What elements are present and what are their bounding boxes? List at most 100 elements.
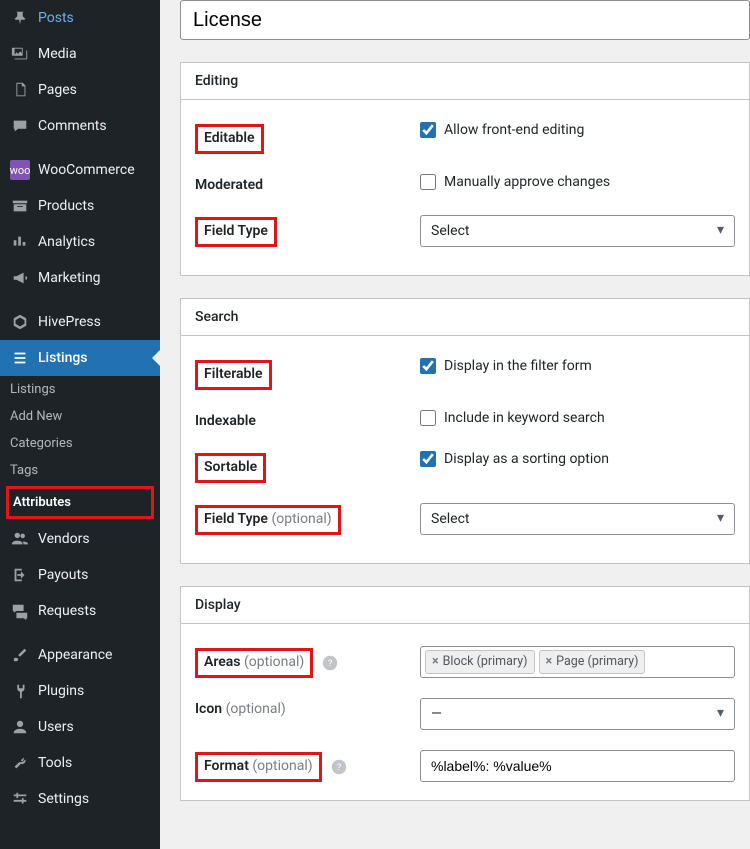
sidebar-label: Users — [38, 719, 74, 735]
indexable-label: Indexable — [195, 412, 256, 432]
sidebar-item-settings[interactable]: Settings — [0, 781, 160, 817]
chart-bar-icon — [10, 232, 30, 252]
svg-text:?: ? — [337, 762, 342, 773]
filterable-label: Filterable — [195, 360, 272, 390]
sidebar-label: Products — [38, 198, 94, 214]
page-icon — [10, 80, 30, 100]
help-icon[interactable]: ? — [331, 759, 347, 775]
hivepress-icon — [10, 312, 30, 332]
sidebar-item-posts[interactable]: Posts — [0, 0, 160, 36]
format-input-field[interactable] — [431, 758, 724, 774]
comments-icon — [10, 601, 30, 621]
filterable-checkbox[interactable] — [420, 358, 436, 374]
sidebar-label: Appearance — [38, 647, 112, 663]
editing-panel: Editing Editable Allow front-end editing… — [180, 62, 750, 276]
moderated-checkbox[interactable] — [420, 174, 436, 190]
sliders-icon — [10, 789, 30, 809]
sidebar-item-hivepress[interactable]: HivePress — [0, 304, 160, 340]
area-tag[interactable]: ×Block (primary) — [425, 650, 535, 674]
sub-attributes[interactable]: Attributes — [6, 486, 154, 519]
sub-addnew[interactable]: Add New — [0, 403, 160, 430]
sidebar-item-payouts[interactable]: Payouts — [0, 557, 160, 593]
plug-icon — [10, 681, 30, 701]
editable-label: Editable — [195, 124, 264, 154]
sidebar-label: Posts — [38, 10, 74, 26]
sidebar-item-marketing[interactable]: Marketing — [0, 260, 160, 296]
sidebar-item-media[interactable]: Media — [0, 36, 160, 72]
icon-select[interactable]: — — [420, 698, 735, 730]
sortable-checkbox[interactable] — [420, 451, 436, 467]
sidebar-item-plugins[interactable]: Plugins — [0, 673, 160, 709]
megaphone-icon — [10, 268, 30, 288]
sortable-check-label[interactable]: Display as a sorting option — [444, 451, 609, 467]
wrench-icon — [10, 753, 30, 773]
sidebar-label: Comments — [38, 118, 107, 134]
sidebar-label: Analytics — [38, 234, 95, 250]
brush-icon — [10, 645, 30, 665]
display-panel: Display Areas (optional) ? ×Block (prima… — [180, 586, 750, 801]
sidebar-label: HivePress — [38, 314, 101, 330]
admin-sidebar: Posts Media Pages Comments woo WooCommer… — [0, 0, 160, 849]
moderated-check-label[interactable]: Manually approve changes — [444, 174, 610, 190]
display-header: Display — [181, 587, 749, 624]
sidebar-label: Vendors — [38, 531, 90, 547]
search-fieldtype-select[interactable]: Select — [420, 503, 735, 535]
sidebar-item-woocommerce[interactable]: woo WooCommerce — [0, 152, 160, 188]
sidebar-item-analytics[interactable]: Analytics — [0, 224, 160, 260]
sidebar-label: Settings — [38, 791, 89, 807]
format-input[interactable] — [420, 750, 735, 782]
fieldtype-label: Field Type — [195, 217, 277, 247]
sidebar-label: Listings — [38, 350, 88, 366]
sidebar-item-comments[interactable]: Comments — [0, 108, 160, 144]
sidebar-item-pages[interactable]: Pages — [0, 72, 160, 108]
sub-listings[interactable]: Listings — [0, 376, 160, 403]
editable-checkbox[interactable] — [420, 122, 436, 138]
icon-label: Icon (optional) — [195, 700, 286, 720]
help-icon[interactable]: ? — [322, 655, 338, 671]
tag-remove-icon[interactable]: × — [546, 654, 553, 669]
search-fieldtype-label: Field Type (optional) — [195, 505, 341, 535]
sidebar-item-vendors[interactable]: Vendors — [0, 521, 160, 557]
sidebar-label: Plugins — [38, 683, 84, 699]
title-input[interactable] — [180, 0, 750, 40]
sortable-label: Sortable — [195, 453, 266, 483]
pin-icon — [10, 8, 30, 28]
sub-categories[interactable]: Categories — [0, 430, 160, 457]
indexable-checkbox[interactable] — [420, 410, 436, 426]
sidebar-item-tools[interactable]: Tools — [0, 745, 160, 781]
list-icon — [10, 348, 30, 368]
tag-remove-icon[interactable]: × — [432, 654, 439, 669]
user-icon — [10, 717, 30, 737]
sidebar-label: Marketing — [38, 270, 101, 286]
logout-icon — [10, 565, 30, 585]
sidebar-label: WooCommerce — [38, 162, 135, 178]
woocommerce-icon: woo — [10, 160, 30, 180]
archive-icon — [10, 196, 30, 216]
media-icon — [10, 44, 30, 64]
sub-tags[interactable]: Tags — [0, 457, 160, 484]
sidebar-label: Payouts — [38, 567, 88, 583]
svg-text:?: ? — [328, 658, 333, 669]
fieldtype-select[interactable]: Select — [420, 215, 735, 247]
main-content: Editing Editable Allow front-end editing… — [160, 0, 750, 849]
users-icon — [10, 529, 30, 549]
sidebar-item-listings[interactable]: Listings — [0, 340, 160, 376]
sidebar-item-requests[interactable]: Requests — [0, 593, 160, 629]
area-tag[interactable]: ×Page (primary) — [539, 650, 646, 674]
moderated-label: Moderated — [195, 176, 263, 196]
search-panel: Search Filterable Display in the filter … — [180, 298, 750, 564]
format-label: Format (optional) — [195, 752, 322, 782]
sidebar-label: Pages — [38, 82, 77, 98]
comment-icon — [10, 116, 30, 136]
filterable-check-label[interactable]: Display in the filter form — [444, 358, 592, 374]
areas-label: Areas (optional) — [195, 648, 313, 678]
editable-check-label[interactable]: Allow front-end editing — [444, 122, 584, 138]
sidebar-item-appearance[interactable]: Appearance — [0, 637, 160, 673]
sidebar-item-products[interactable]: Products — [0, 188, 160, 224]
areas-tags-input[interactable]: ×Block (primary)×Page (primary) — [420, 646, 735, 678]
sidebar-label: Media — [38, 46, 77, 62]
sidebar-item-users[interactable]: Users — [0, 709, 160, 745]
indexable-check-label[interactable]: Include in keyword search — [444, 410, 605, 426]
search-header: Search — [181, 299, 749, 336]
editing-header: Editing — [181, 63, 749, 100]
